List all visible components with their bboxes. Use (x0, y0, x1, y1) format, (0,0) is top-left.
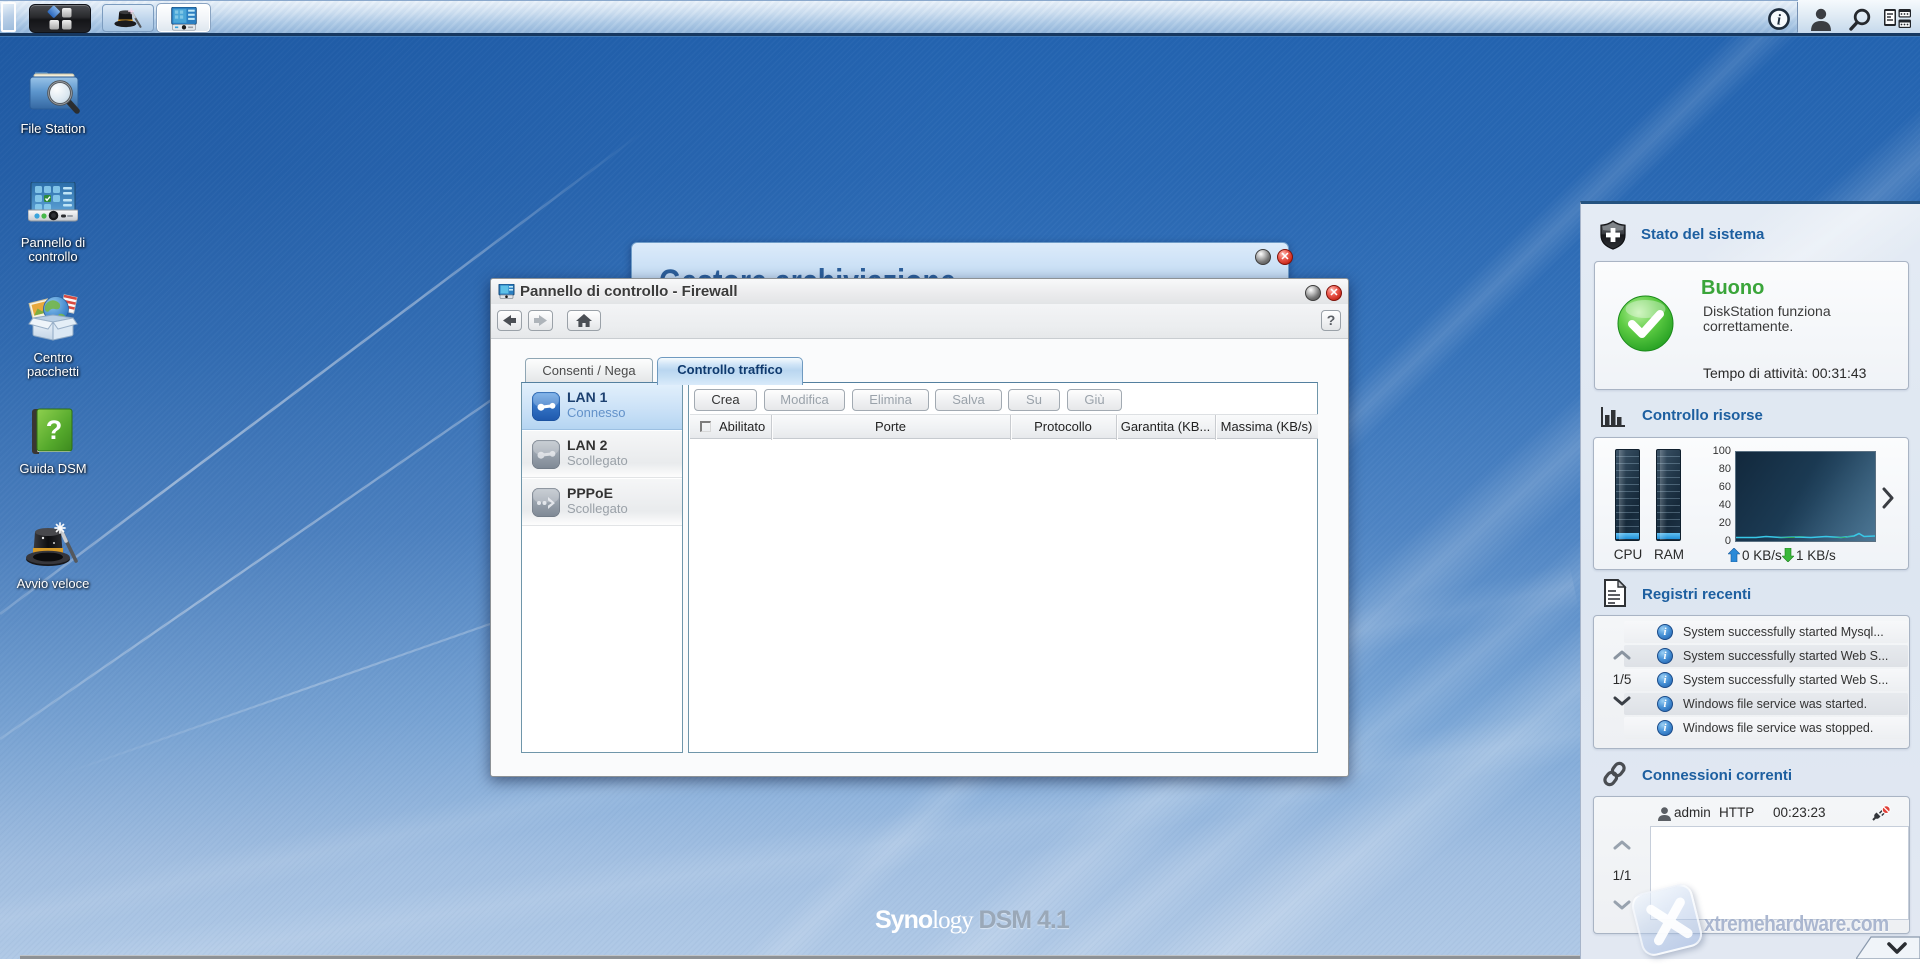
svg-text:?: ? (46, 415, 63, 445)
